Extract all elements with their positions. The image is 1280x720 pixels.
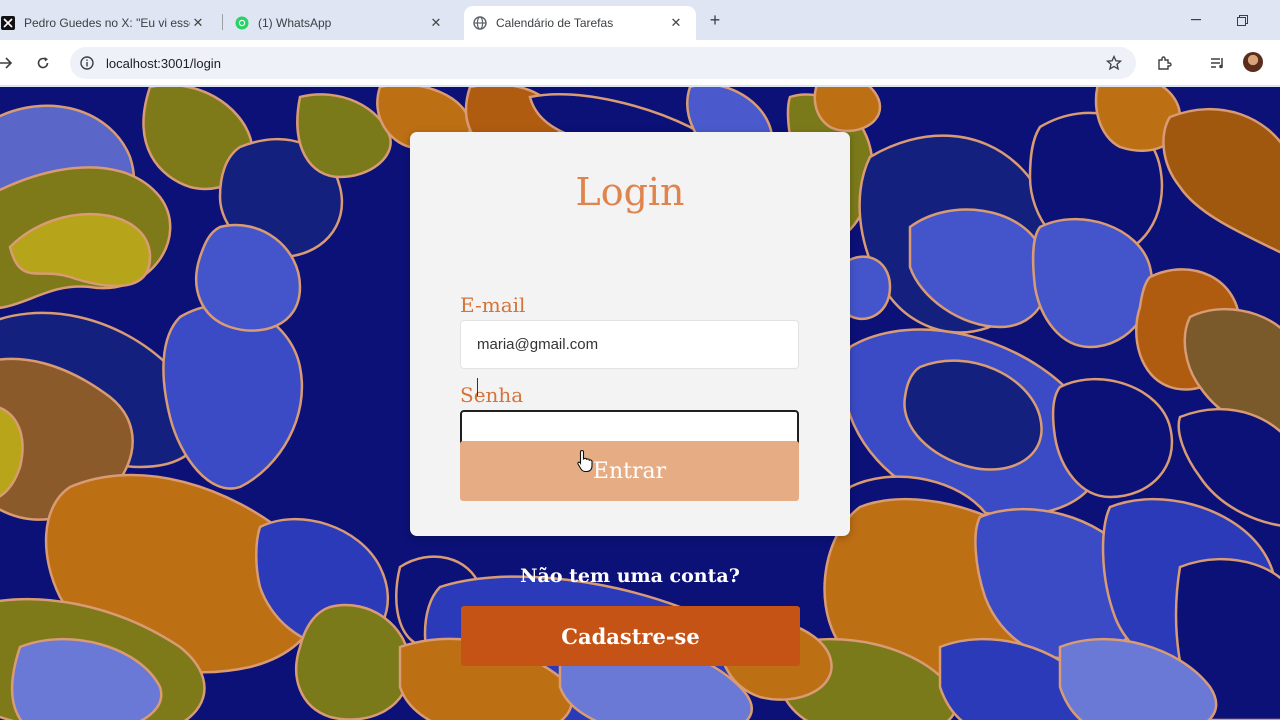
whatsapp-icon: [234, 15, 250, 31]
hand-pointer-icon: [577, 449, 593, 473]
media-controls-icon[interactable]: [1206, 51, 1230, 75]
tab-title: Pedro Guedes no X: "Eu vi esse: [24, 16, 190, 30]
close-tab-icon[interactable]: ✕: [190, 15, 206, 31]
url-text: localhost:3001/login: [106, 55, 221, 71]
login-page: Login E-mail Senha Entrar Não tem uma co…: [0, 87, 1280, 720]
tab-title: Calendário de Tarefas: [496, 16, 614, 30]
x-logo-icon: [0, 15, 16, 31]
reload-icon[interactable]: [31, 51, 55, 75]
forward-icon[interactable]: [0, 51, 18, 75]
text-caret: [477, 378, 478, 396]
tab-pedro-guedes[interactable]: Pedro Guedes no X: "Eu vi esse ✕: [0, 6, 214, 40]
extensions-icon[interactable]: [1152, 51, 1176, 75]
tab-title: (1) WhatsApp: [258, 16, 332, 30]
password-label: Senha: [460, 383, 524, 407]
email-label: E-mail: [460, 293, 526, 317]
tab-separator: [222, 14, 223, 30]
close-tab-icon[interactable]: ✕: [428, 15, 444, 31]
entrar-button[interactable]: Entrar: [460, 441, 799, 501]
tab-calendario[interactable]: Calendário de Tarefas ✕: [464, 6, 696, 40]
no-account-text: Não tem uma conta?: [520, 565, 740, 587]
new-tab-icon[interactable]: +: [706, 10, 724, 30]
cadastre-se-button[interactable]: Cadastre-se: [461, 606, 800, 666]
tab-bar: Pedro Guedes no X: "Eu vi esse ✕ (1) Wha…: [0, 0, 1280, 40]
close-tab-icon[interactable]: ✕: [668, 15, 684, 31]
site-info-icon[interactable]: [79, 55, 95, 71]
bookmark-star-icon[interactable]: [1104, 53, 1124, 73]
address-bar[interactable]: localhost:3001/login: [70, 47, 1136, 79]
restore-icon[interactable]: [1230, 10, 1254, 30]
browser-toolbar: localhost:3001/login: [0, 40, 1280, 86]
tab-whatsapp[interactable]: (1) WhatsApp ✕: [234, 6, 452, 40]
login-title: Login: [575, 170, 685, 214]
profile-avatar[interactable]: [1243, 52, 1263, 72]
globe-icon: [472, 15, 488, 31]
login-card: Login E-mail Senha Entrar: [410, 132, 850, 536]
email-field[interactable]: [460, 320, 799, 369]
minimize-icon[interactable]: [1184, 10, 1208, 30]
